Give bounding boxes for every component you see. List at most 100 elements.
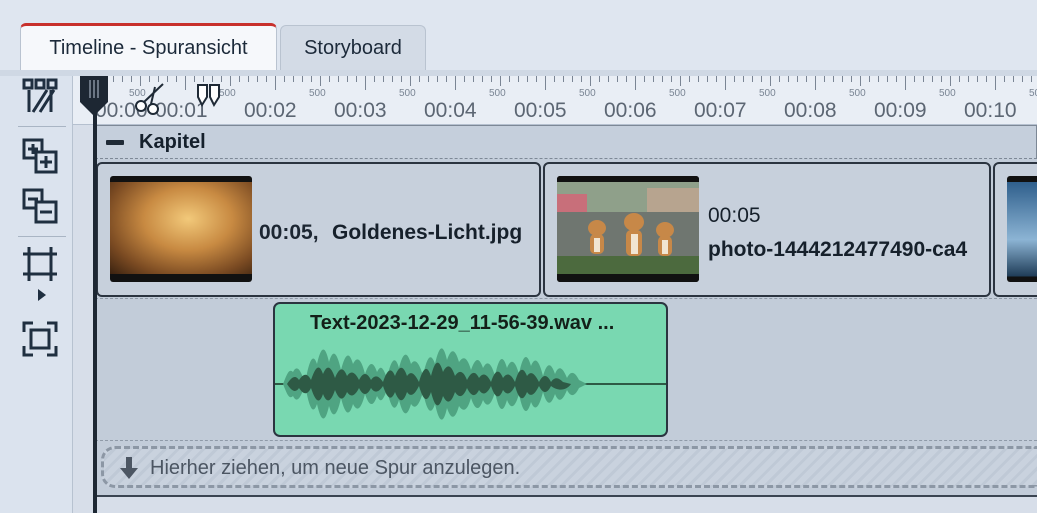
ruler-tick — [347, 76, 348, 82]
remove-track-icon — [22, 188, 58, 224]
audio-filename: Text-2023-12-29_11-56-39.wav ... — [310, 312, 615, 334]
ruler-label: 00:07 — [694, 99, 747, 122]
ruler-tick — [824, 76, 825, 82]
ruler-tick — [995, 76, 996, 90]
ruler-tick — [428, 76, 429, 82]
ruler-tick — [527, 76, 528, 82]
ruler-tick — [941, 76, 942, 82]
audio-clip[interactable]: Text-2023-12-29_11-56-39.wav ... — [273, 302, 668, 437]
ruler-tick — [356, 76, 357, 82]
ruler-tick — [338, 76, 339, 82]
ruler-tick — [725, 76, 726, 90]
ruler-tick — [869, 76, 870, 82]
ruler-label: 00:04 — [424, 99, 477, 122]
ruler-tick — [914, 76, 915, 82]
timeline-area: 00:00 00:01 00:02 00:03 00:04 00:05 00:0… — [73, 76, 1037, 513]
ruler-tick — [752, 76, 753, 82]
ruler-label: 00:09 — [874, 99, 927, 122]
ruler-tick — [743, 76, 744, 82]
ruler-tick — [482, 76, 483, 82]
ruler-sublabel: 500 — [489, 88, 506, 99]
chapter-header[interactable]: Kapitel — [95, 125, 1037, 159]
ruler-tick — [284, 76, 285, 82]
audio-waveform — [275, 348, 666, 420]
ruler-tick — [365, 76, 366, 90]
ruler-tick — [311, 76, 312, 82]
ruler-label: 00:06 — [604, 99, 657, 122]
ruler-tick — [806, 76, 807, 82]
ruler-tick — [257, 76, 258, 82]
marker-icon[interactable] — [196, 83, 222, 109]
clip-filename: photo-1444212477490-ca4 — [708, 238, 968, 261]
ruler-tick — [770, 76, 771, 86]
tab-storyboard[interactable]: Storyboard — [280, 25, 426, 71]
remove-track-button[interactable] — [20, 186, 60, 226]
ruler-tick — [275, 76, 276, 90]
ruler-tick — [734, 76, 735, 82]
ruler-tick — [419, 76, 420, 82]
ruler-tick — [536, 76, 537, 82]
ruler-tick — [203, 76, 204, 82]
ruler-tick — [1022, 76, 1023, 82]
ruler-tick — [851, 76, 852, 82]
ruler-sublabel: 500 — [759, 88, 776, 99]
ruler-tick — [185, 76, 186, 90]
ruler-tick — [923, 76, 924, 82]
playhead-line[interactable] — [93, 101, 97, 513]
tab-timeline[interactable]: Timeline - Spuransicht — [20, 23, 277, 71]
ruler-tick — [248, 76, 249, 82]
ruler-tick — [131, 76, 132, 82]
ruler-tick — [563, 76, 564, 82]
clip-filename: Goldenes-Licht.jpg — [332, 221, 523, 244]
ruler-tick — [968, 76, 969, 82]
image-clip[interactable] — [993, 162, 1037, 297]
ruler-sublabel: 500 — [939, 88, 956, 99]
new-track-drop-zone[interactable]: Hierher ziehen, um neue Spur anzulegen. — [101, 446, 1037, 488]
clip-duration: 00:05 — [708, 204, 761, 227]
add-track-icon — [22, 138, 58, 174]
ruler-tick — [689, 76, 690, 82]
collapse-icon[interactable] — [106, 140, 124, 145]
ruler-tick — [1013, 76, 1014, 82]
ruler-tick — [707, 76, 708, 82]
ruler-tick — [599, 76, 600, 82]
tab-timeline-label: Timeline - Spuransicht — [49, 37, 248, 59]
fit-frame-button[interactable] — [20, 319, 60, 359]
scissors-icon[interactable] — [133, 81, 167, 115]
chapter-markers-button[interactable] — [20, 76, 60, 116]
left-toolbar — [0, 76, 73, 513]
ruler-tick — [833, 76, 834, 82]
ruler-sublabel: 500 — [849, 88, 866, 99]
ruler-tick — [302, 76, 303, 82]
ruler-tick — [545, 76, 546, 90]
ruler-tick — [608, 76, 609, 82]
ruler-sublabel: 500 — [669, 88, 686, 99]
ruler-tick — [977, 76, 978, 82]
ruler-tick — [653, 76, 654, 82]
add-track-button[interactable] — [20, 136, 60, 176]
ruler-tick — [437, 76, 438, 82]
ruler-tick — [905, 76, 906, 90]
clip-thumbnail — [110, 176, 252, 282]
expand-arrow-icon[interactable] — [37, 288, 47, 302]
ruler-tick — [374, 76, 375, 82]
ruler-tick — [293, 76, 294, 82]
crop-frame-button[interactable] — [20, 244, 60, 284]
image-clip[interactable]: 00:05 photo-1444212477490-ca4 — [543, 162, 991, 297]
ruler-tick — [239, 76, 240, 82]
ruler-tick — [581, 76, 582, 82]
ruler-tick — [896, 76, 897, 82]
ruler-tick — [644, 76, 645, 82]
image-clip[interactable]: 00:05, Goldenes-Licht.jpg — [96, 162, 541, 297]
drop-zone-text: Hierher ziehen, um neue Spur anzulegen. — [150, 457, 521, 479]
ruler-tick — [176, 76, 177, 82]
ruler-tick — [320, 76, 321, 86]
ruler-label: 00:05 — [514, 99, 567, 122]
ruler-tick — [266, 76, 267, 82]
ruler-sublabel: 500 — [1029, 88, 1037, 99]
ruler-tick — [986, 76, 987, 82]
ruler-tick — [779, 76, 780, 82]
tab-bar: Timeline - Spuransicht Storyboard — [0, 0, 1037, 76]
ruler-tick — [167, 76, 168, 82]
time-ruler[interactable]: 00:00 00:01 00:02 00:03 00:04 00:05 00:0… — [73, 76, 1037, 125]
